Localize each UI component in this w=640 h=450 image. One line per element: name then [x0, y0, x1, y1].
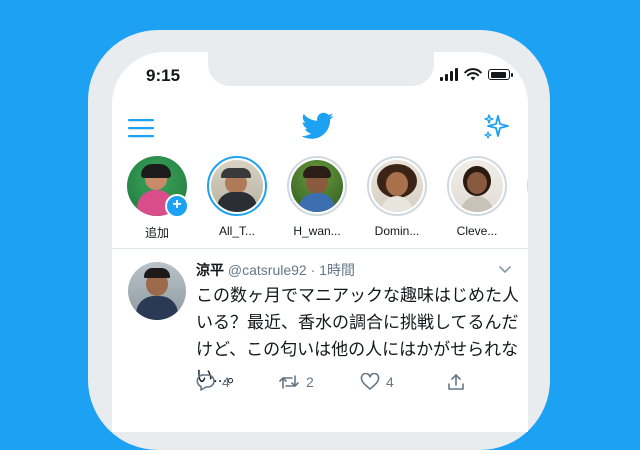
fleet-item[interactable]: Cleve... [442, 156, 512, 238]
status-time: 9:15 [146, 66, 181, 85]
avatar [371, 160, 423, 212]
twitter-bird-icon[interactable] [302, 112, 334, 140]
retweet-count: 2 [306, 374, 314, 390]
fleet-label: All_T... [218, 224, 255, 238]
reply-count: 4 [222, 374, 230, 390]
retweet-icon [279, 375, 299, 389]
add-fleet-badge[interactable]: + [165, 194, 189, 218]
fleet-avatar-ring [367, 156, 427, 216]
tweet-handle[interactable]: @catsrule92 [228, 262, 307, 278]
hamburger-menu-icon[interactable] [126, 116, 156, 140]
heart-icon [360, 373, 380, 390]
tweet-header: 涼平 @catsrule92 · 1時間 [196, 260, 355, 280]
like-button[interactable]: 4 [360, 373, 394, 391]
tweet-time: 1時間 [319, 262, 355, 278]
top-bar [112, 108, 528, 148]
fleet-label: 追加 [144, 226, 169, 240]
wifi-icon [464, 68, 482, 81]
reply-button[interactable]: 4 [196, 373, 230, 391]
chevron-down-icon[interactable] [498, 264, 512, 274]
avatar [291, 160, 343, 212]
fleet-item[interactable]: Domin... [362, 156, 432, 238]
phone-screen: 9:15 + 追加 All_T... H_wan... Domin... Cle… [112, 52, 528, 432]
fleet-label: Cleve... [456, 224, 498, 238]
tweet[interactable]: 涼平 @catsrule92 · 1時間 この数ヶ月でマニアックな趣味はじめた人… [112, 250, 528, 430]
tweet-author-name[interactable]: 涼平 [196, 262, 224, 278]
fleet-label: H_wan... [293, 224, 341, 238]
fleet-item[interactable]: H_wan... [282, 156, 352, 238]
retweet-button[interactable]: 2 [278, 373, 314, 391]
fleet-avatar-ring [527, 156, 528, 216]
like-count: 4 [386, 374, 394, 390]
fleet-label: Domin... [374, 224, 420, 238]
avatar [211, 160, 263, 212]
avatar[interactable] [128, 262, 186, 320]
cellular-signal-icon [440, 68, 458, 81]
fleet-avatar-ring [287, 156, 347, 216]
fleets-row: + 追加 All_T... H_wan... Domin... Cleve... [112, 156, 528, 246]
fleet-add[interactable]: + 追加 [122, 156, 192, 241]
fleet-avatar-ring [447, 156, 507, 216]
sparkle-icon[interactable] [482, 112, 512, 142]
fleet-avatar-ring [207, 156, 267, 216]
fleet-item[interactable]: All_T... [202, 156, 272, 238]
fleet-avatar-ring: + [127, 156, 189, 218]
fleet-item-partial[interactable] [522, 156, 528, 216]
battery-icon [488, 69, 513, 80]
status-icons [440, 68, 513, 81]
tweet-separator: · [310, 262, 316, 278]
reply-icon [196, 374, 215, 391]
share-icon [448, 374, 464, 390]
tweet-text: この数ヶ月でマニアックな趣味はじめた人いる？最近、香水の調合に挑戦してるんだけど… [196, 286, 519, 386]
divider [112, 248, 528, 249]
avatar [451, 160, 503, 212]
share-button[interactable] [446, 372, 466, 392]
phone-notch [208, 52, 434, 86]
